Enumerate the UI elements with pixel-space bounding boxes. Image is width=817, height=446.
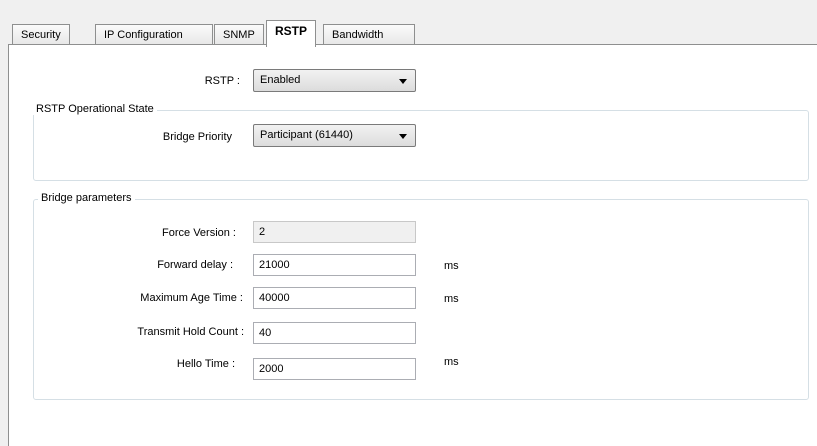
bridge-priority-label: Bridge Priority [162, 131, 232, 143]
tab-ip-configuration[interactable]: IP Configuration [95, 24, 213, 46]
operational-state-group [33, 110, 809, 181]
hello-time-field[interactable]: 2000 [253, 358, 416, 380]
hello-time-unit: ms [444, 356, 459, 368]
transmit-hold-count-field[interactable]: 40 [253, 322, 416, 344]
forward-delay-label: Forward delay : [157, 259, 233, 271]
max-age-time-unit: ms [444, 293, 459, 305]
tab-label: Bandwidth [332, 29, 384, 41]
transmit-hold-count-value: 40 [259, 327, 272, 339]
rstp-select-value: Enabled [260, 74, 301, 86]
forward-delay-unit: ms [444, 260, 459, 272]
hello-time-label: Hello Time : [176, 358, 235, 370]
tab-label: IP Configuration [104, 29, 183, 41]
force-version-label: Force Version : [162, 227, 236, 239]
tab-security[interactable]: Security [12, 24, 70, 46]
rstp-label: RSTP : [204, 75, 240, 87]
max-age-time-label: Maximum Age Time : [140, 292, 243, 304]
operational-state-title: RSTP Operational State [33, 103, 157, 115]
force-version-value: 2 [259, 226, 266, 238]
bridge-parameters-title: Bridge parameters [38, 192, 135, 204]
hello-time-value: 2000 [259, 363, 284, 375]
tab-rstp[interactable]: RSTP [266, 20, 317, 47]
tab-snmp[interactable]: SNMP [214, 24, 264, 46]
rstp-select[interactable]: Enabled [253, 69, 416, 92]
force-version-field: 2 [253, 221, 416, 243]
tab-label: Security [21, 29, 61, 41]
bridge-priority-select-value: Participant (61440) [260, 129, 353, 141]
chevron-down-icon [399, 134, 407, 139]
chevron-down-icon [399, 79, 407, 84]
forward-delay-value: 21000 [259, 259, 290, 271]
forward-delay-field[interactable]: 21000 [253, 254, 416, 276]
bridge-priority-select[interactable]: Participant (61440) [253, 124, 416, 147]
tab-label: RSTP [275, 24, 308, 38]
max-age-time-field[interactable]: 40000 [253, 287, 416, 309]
max-age-time-value: 40000 [259, 292, 290, 304]
transmit-hold-count-label: Transmit Hold Count : [137, 326, 244, 338]
tab-bandwidth[interactable]: Bandwidth [323, 24, 415, 46]
tab-bar: Security IP Configuration SNMP RSTP Band… [0, 0, 817, 47]
tab-label: SNMP [223, 29, 255, 41]
